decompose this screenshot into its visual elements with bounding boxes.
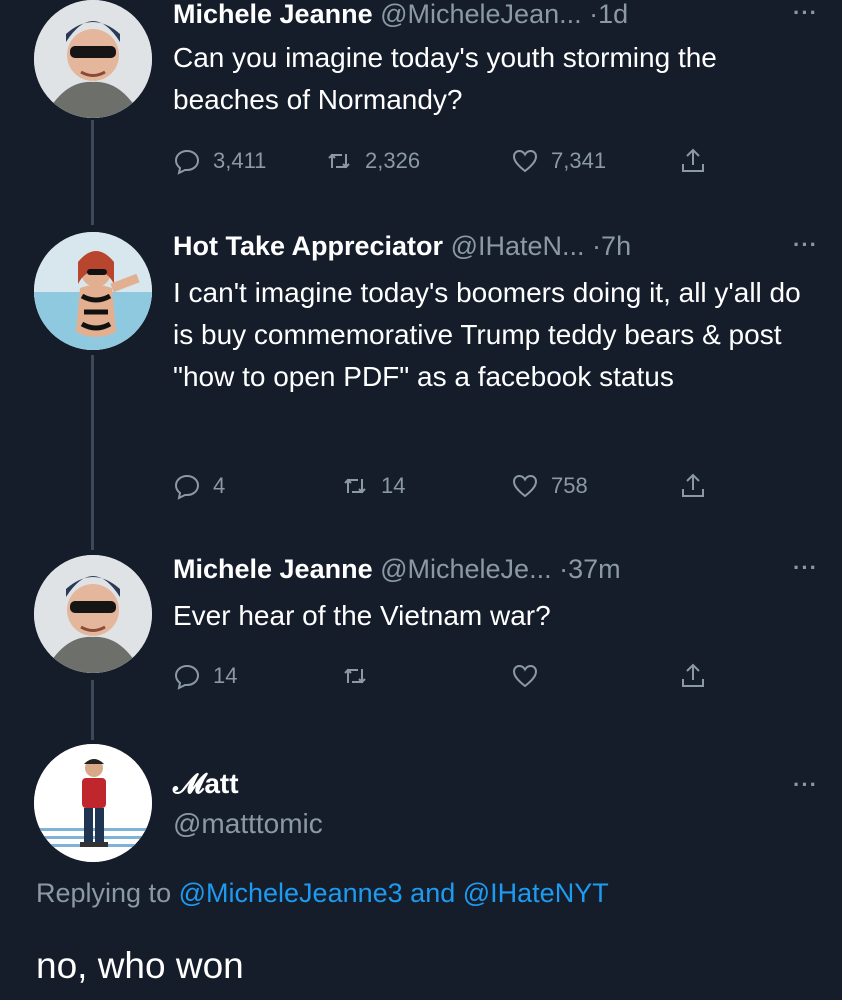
retweet-count: 2,326 — [365, 148, 421, 173]
separator-dot: · — [592, 231, 602, 261]
reply-button[interactable]: 4 — [173, 470, 225, 502]
share-icon — [682, 148, 704, 172]
reply-icon — [174, 474, 200, 500]
share-button[interactable] — [679, 145, 707, 177]
display-name[interactable]: Michele Jeanne — [173, 554, 373, 584]
user-handle[interactable]: @IHateN... — [451, 231, 585, 261]
like-button[interactable] — [511, 660, 551, 692]
share-icon — [682, 663, 704, 687]
tweet-actions: 4 14 758 — [173, 470, 733, 502]
mention-link[interactable]: @MicheleJeanne3 — [179, 878, 403, 908]
user-handle[interactable]: @matttomic — [173, 808, 323, 840]
retweet-icon — [328, 153, 350, 169]
share-button[interactable] — [679, 660, 707, 692]
tweet-text: Ever hear of the Vietnam war? — [173, 600, 551, 631]
more-options-icon[interactable]: ··· — [793, 232, 818, 258]
share-icon — [682, 473, 704, 497]
separator-dot: · — [559, 554, 569, 584]
like-button[interactable]: 7,341 — [511, 145, 606, 177]
avatar[interactable] — [34, 744, 152, 862]
mention-link[interactable]: @IHateNYT — [463, 878, 609, 908]
display-name[interactable]: Hot Take Appreciator — [173, 231, 443, 261]
more-options-icon[interactable]: ··· — [793, 555, 818, 581]
avatar[interactable] — [34, 232, 152, 350]
thread-line — [91, 680, 94, 740]
more-options-icon[interactable]: ··· — [793, 772, 818, 798]
display-name[interactable]: 𝓜att — [173, 768, 239, 801]
retweet-count: 14 — [381, 473, 406, 498]
separator-dot: · — [589, 0, 599, 29]
tweet-header: Michele Jeanne @MicheleJe... ·37m — [173, 553, 621, 585]
retweet-icon — [344, 478, 366, 494]
like-icon — [512, 474, 538, 498]
retweet-button[interactable]: 2,326 — [325, 145, 420, 177]
like-count: 758 — [551, 473, 588, 498]
tweet-text: no, who won — [36, 945, 244, 986]
timestamp[interactable]: 37m — [568, 554, 621, 584]
reply-button[interactable]: 3,411 — [173, 145, 266, 177]
like-count: 7,341 — [551, 148, 607, 173]
timestamp[interactable]: 1d — [598, 0, 628, 29]
retweet-icon — [344, 668, 366, 684]
replying-to: Replying to @MicheleJeanne3 and @IHateNY… — [36, 878, 609, 909]
user-handle[interactable]: @MicheleJean... — [380, 0, 582, 29]
like-icon — [512, 149, 538, 173]
reply-icon — [174, 664, 200, 690]
user-handle[interactable]: @MicheleJe... — [380, 554, 551, 584]
retweet-button[interactable]: 14 — [341, 470, 405, 502]
reply-icon — [174, 149, 200, 175]
reply-count: 14 — [213, 663, 238, 688]
more-options-icon[interactable]: ··· — [793, 0, 818, 26]
tweet-text: I can't imagine today's boomers doing it… — [173, 277, 801, 392]
replying-prefix: Replying to — [36, 878, 172, 908]
thread-line — [91, 355, 94, 550]
retweet-button[interactable] — [341, 660, 381, 692]
timestamp[interactable]: 7h — [601, 231, 631, 261]
tweet-actions: 3,411 2,326 7,341 — [173, 145, 733, 177]
thread-line — [91, 120, 94, 225]
like-icon — [512, 664, 538, 688]
tweet-header: Hot Take Appreciator @IHateN... ·7h — [173, 230, 631, 262]
mention-conjunction: and — [410, 878, 456, 908]
tweet-header: Michele Jeanne @MicheleJean... ·1d — [173, 0, 628, 30]
reply-button[interactable]: 14 — [173, 660, 237, 692]
reply-count: 3,411 — [213, 148, 267, 173]
like-button[interactable]: 758 — [511, 470, 588, 502]
avatar[interactable] — [34, 0, 152, 118]
avatar[interactable] — [34, 555, 152, 673]
display-name[interactable]: Michele Jeanne — [173, 0, 373, 29]
tweet-text: Can you imagine today's youth storming t… — [173, 42, 717, 115]
share-button[interactable] — [679, 470, 707, 502]
reply-count: 4 — [213, 473, 226, 498]
tweet-actions: 14 — [173, 660, 733, 692]
